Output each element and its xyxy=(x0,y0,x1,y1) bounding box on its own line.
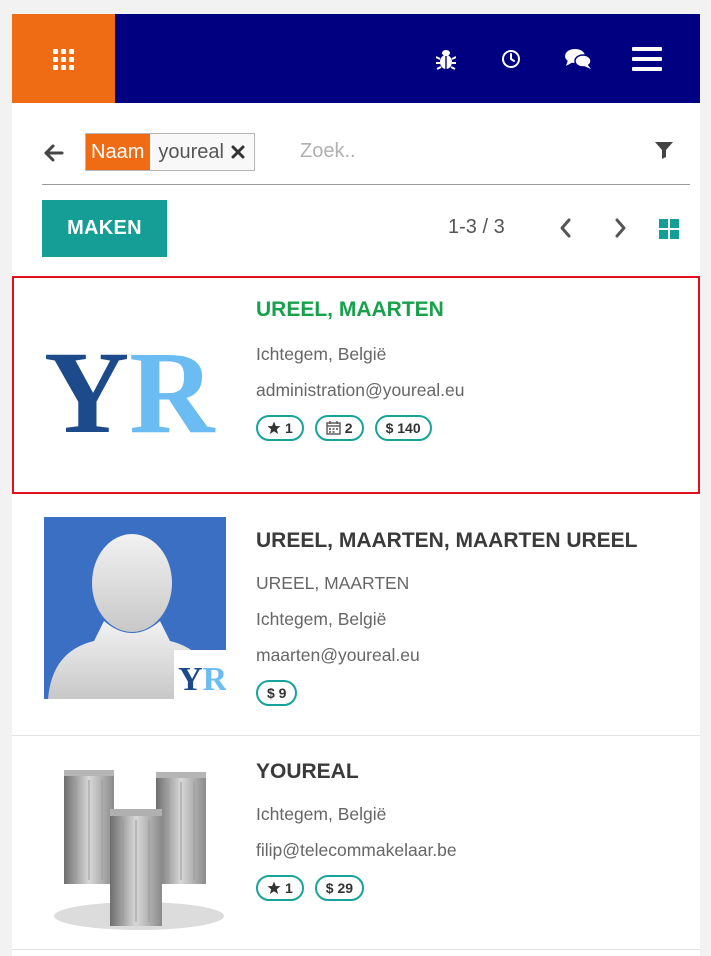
revenue-badge[interactable]: $ 9 xyxy=(256,680,298,706)
facet-remove-icon[interactable] xyxy=(228,134,254,170)
star-icon xyxy=(267,421,281,434)
favorite-badge[interactable]: 1 xyxy=(256,875,304,901)
facet-value: youreal xyxy=(158,141,224,163)
logo-text: YR xyxy=(178,661,226,698)
card-badges: 1 $ 29 xyxy=(256,875,457,901)
kanban-list: YR UREEL, MAARTEN Ichtegem, België admin… xyxy=(12,276,700,956)
card-email: maarten@youreal.eu xyxy=(256,645,420,665)
facet-label: Naam xyxy=(86,134,151,170)
card-badges: $ 9 xyxy=(256,680,638,706)
search-bar: Naam youreal xyxy=(42,130,690,185)
card-email: filip@telecommakelaar.be xyxy=(256,840,457,860)
logo-text: YR xyxy=(44,327,216,458)
card-company: UREEL, MAARTEN xyxy=(256,573,410,593)
arrow-left-icon[interactable] xyxy=(42,142,64,164)
kanban-view-icon[interactable] xyxy=(659,219,679,239)
card-body: UREEL, MAARTEN Ichtegem, België administ… xyxy=(256,298,464,441)
top-navbar xyxy=(12,14,700,103)
calendar-icon xyxy=(326,421,341,435)
card-title: YOUREAL xyxy=(256,760,359,783)
badge-value: 1 xyxy=(285,880,293,896)
chat-icon[interactable] xyxy=(562,44,594,74)
filter-icon[interactable] xyxy=(654,140,676,162)
star-icon xyxy=(267,881,281,894)
pager-value[interactable]: 1-3 / 3 xyxy=(448,216,505,239)
company-logo-image: YR xyxy=(44,292,226,474)
card-email: administration@youreal.eu xyxy=(256,380,465,400)
card-location: Ichtegem, België xyxy=(256,344,387,364)
search-input[interactable] xyxy=(300,133,630,169)
meetings-badge[interactable]: 2 xyxy=(314,415,364,441)
card-title: UREEL, MAARTEN, MAARTEN UREEL xyxy=(256,529,638,552)
badge-value: $ 9 xyxy=(267,685,287,701)
favorite-badge[interactable]: 1 xyxy=(256,415,304,441)
card-body: UREEL, MAARTEN, MAARTEN UREEL UREEL, MAA… xyxy=(256,529,638,706)
badge-value: 2 xyxy=(344,420,353,436)
app-window: Naam youreal MAKEN 1-3 / 3 xyxy=(12,14,700,956)
chevron-right-icon[interactable] xyxy=(608,215,632,241)
kanban-card[interactable]: YOUREAL Ichtegem, België filip@telecomma… xyxy=(12,736,700,950)
chevron-left-icon[interactable] xyxy=(554,215,578,241)
badge-value: $ 29 xyxy=(325,880,354,896)
revenue-badge[interactable]: $ 140 xyxy=(374,415,432,441)
contact-avatar-image: YR xyxy=(44,517,226,699)
company-building-image xyxy=(54,770,224,930)
badge-value: $ 140 xyxy=(385,420,421,436)
revenue-badge[interactable]: $ 29 xyxy=(314,875,365,901)
card-location: Ichtegem, België xyxy=(256,804,387,824)
badge-value: 1 xyxy=(285,420,293,436)
card-location: Ichtegem, België xyxy=(256,609,387,629)
apps-menu-button[interactable] xyxy=(12,14,115,103)
create-button[interactable]: MAKEN xyxy=(42,200,167,257)
bug-icon[interactable] xyxy=(433,44,459,74)
card-title: UREEL, MAARTEN xyxy=(256,298,444,321)
apps-grid-icon xyxy=(53,48,74,70)
card-body: YOUREAL Ichtegem, België filip@telecomma… xyxy=(256,760,457,901)
kanban-card[interactable]: YR UREEL, MAARTEN Ichtegem, België admin… xyxy=(12,276,700,494)
hamburger-menu-icon[interactable] xyxy=(629,44,665,74)
kanban-card[interactable]: YR UREEL, MAARTEN, MAARTEN UREEL UREEL, … xyxy=(12,505,700,736)
card-badges: 1 2 $ 140 xyxy=(256,415,464,441)
search-facet: Naam youreal xyxy=(85,133,255,171)
clock-icon[interactable] xyxy=(498,44,524,74)
